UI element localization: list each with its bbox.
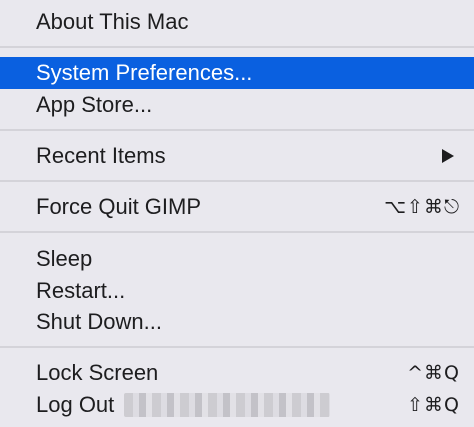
menu-separator	[0, 129, 474, 131]
submenu-arrow-icon	[442, 149, 454, 163]
menu-separator	[0, 180, 474, 182]
menu-item-label: Force Quit GIMP	[36, 194, 202, 219]
menu-item-label: System Preferences...	[36, 60, 253, 85]
menu-item-label: About This Mac	[36, 9, 189, 34]
menu-separator	[0, 46, 474, 48]
menu-item-shut-down[interactable]: Shut Down...	[0, 306, 474, 338]
menu-item-label: Recent Items	[36, 143, 166, 168]
keyboard-shortcut: ^⌘Q	[407, 362, 460, 384]
menu-item-label: Sleep	[36, 246, 93, 271]
menu-item-force-quit[interactable]: Force Quit GIMP ⌥⇧⌘⎋	[0, 191, 474, 223]
apple-menu: About This Mac System Preferences... App…	[0, 0, 474, 427]
menu-separator	[0, 346, 474, 348]
menu-item-system-preferences[interactable]: System Preferences...	[0, 57, 474, 89]
menu-item-lock-screen[interactable]: Lock Screen ^⌘Q	[0, 357, 474, 389]
menu-item-label: App Store...	[36, 92, 153, 117]
keyboard-shortcut: ⌥⇧⌘⎋	[384, 196, 460, 218]
menu-separator	[0, 231, 474, 233]
menu-item-label: Shut Down...	[36, 309, 162, 334]
menu-item-label: Log Out	[36, 392, 115, 417]
menu-item-recent-items[interactable]: Recent Items	[0, 140, 474, 172]
menu-item-log-out[interactable]: Log Out ⇧⌘Q	[0, 389, 474, 421]
keyboard-shortcut: ⇧⌘Q	[407, 394, 460, 416]
menu-item-label: Lock Screen	[36, 360, 159, 385]
menu-item-about-this-mac[interactable]: About This Mac	[0, 6, 474, 38]
redacted-username	[124, 393, 331, 417]
menu-item-app-store[interactable]: App Store...	[0, 89, 474, 121]
menu-item-label: Restart...	[36, 278, 126, 303]
menu-item-sleep[interactable]: Sleep	[0, 243, 474, 275]
menu-item-restart[interactable]: Restart...	[0, 275, 474, 307]
